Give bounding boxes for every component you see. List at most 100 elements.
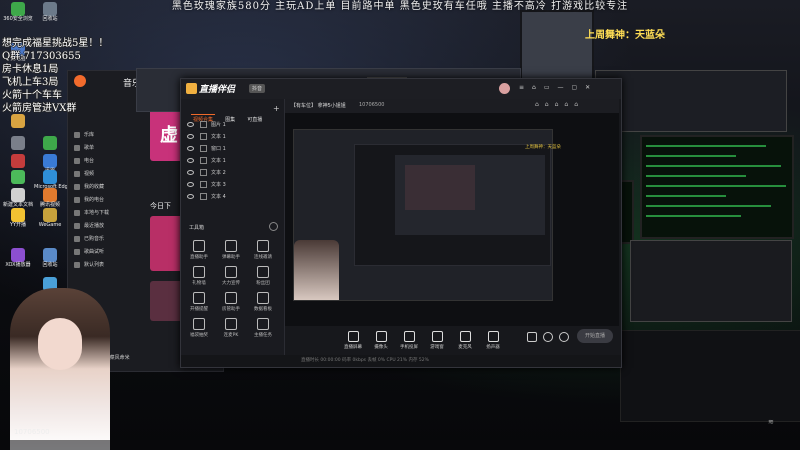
- music-nav-label: 最近播放: [84, 223, 105, 229]
- nav-icon: [74, 235, 80, 242]
- nav-icon: [74, 144, 80, 151]
- desktop-icon[interactable]: [34, 136, 66, 150]
- tool-item[interactable]: 大力宣传: [217, 266, 245, 286]
- tool-item[interactable]: 礼物墙: [185, 266, 213, 286]
- window-controls[interactable]: ≡⌂▭—▢✕: [519, 84, 598, 91]
- music-nav-item[interactable]: 本地与下载: [74, 209, 109, 216]
- overlay-line: Q群:717303655: [2, 51, 81, 62]
- tool-item[interactable]: 开播提醒: [185, 292, 213, 312]
- music-nav-item[interactable]: 视频: [74, 170, 94, 177]
- layer-label: 文本 1: [211, 158, 226, 164]
- desktop-icon[interactable]: 腾讯视频: [34, 188, 66, 209]
- visibility-icon[interactable]: [187, 182, 194, 187]
- desktop-icon[interactable]: [2, 114, 34, 128]
- desktop-icon[interactable]: [2, 136, 34, 150]
- music-nav-label: 我的收藏: [84, 184, 105, 190]
- music-nav-item[interactable]: 我的电台: [74, 196, 104, 203]
- music-nav-item[interactable]: 最近播放: [74, 222, 104, 229]
- layer-item[interactable]: 文本 4: [187, 193, 226, 202]
- user-avatar[interactable]: [499, 83, 510, 94]
- control-icon: [459, 331, 471, 342]
- tool-item[interactable]: 数据看板: [249, 292, 277, 312]
- music-nav-item[interactable]: 默认列表: [74, 261, 104, 268]
- app-titlebar: 直播伴侣 抖音 ≡⌂▭—▢✕: [181, 79, 621, 99]
- visibility-icon[interactable]: [187, 122, 194, 127]
- layer-item[interactable]: 图片 1: [187, 121, 226, 130]
- control-item[interactable]: 直播屏幕: [341, 331, 365, 350]
- control-label: 直播屏幕: [344, 345, 362, 350]
- nav-icon: [74, 196, 80, 203]
- add-source-icon[interactable]: +: [273, 104, 280, 113]
- control-item[interactable]: 扬声器: [481, 331, 505, 350]
- tool-item[interactable]: 连线邀请: [249, 240, 277, 260]
- visibility-icon[interactable]: [187, 170, 194, 175]
- tool-label: 福袋抽奖: [190, 333, 208, 338]
- visibility-icon[interactable]: [187, 158, 194, 163]
- toolbox-more-icon[interactable]: [269, 222, 278, 231]
- nested-inner-2: [405, 165, 475, 210]
- tool-item[interactable]: 福袋抽奖: [185, 318, 213, 338]
- music-nav-item[interactable]: 乐库: [74, 131, 94, 138]
- effects-icon[interactable]: [543, 332, 553, 342]
- music-nav-item[interactable]: 我的收藏: [74, 183, 104, 190]
- tool-icon: [193, 266, 205, 278]
- tool-item[interactable]: 粉丝团: [249, 266, 277, 286]
- tool-item[interactable]: 直播助手: [185, 240, 213, 260]
- tool-item[interactable]: 连麦PK: [217, 318, 245, 338]
- tool-icon: [193, 240, 205, 252]
- tool-item[interactable]: 房管助手: [217, 292, 245, 312]
- control-item[interactable]: 手机投屏: [397, 331, 421, 350]
- stream-preview[interactable]: 【有车位】 拿神5小姐姐 10706500 ⌂⌂⌂⌂⌂ 上周舞神：天蓝朵: [285, 99, 619, 326]
- start-live-button[interactable]: 开始直播: [577, 329, 613, 343]
- desktop-icon[interactable]: 回收站: [34, 2, 66, 23]
- visibility-icon[interactable]: [187, 194, 194, 199]
- music-nav-item[interactable]: 歌曲试听: [74, 248, 104, 255]
- control-item[interactable]: 游戏窗: [425, 331, 449, 350]
- music-nav-item[interactable]: 已购音乐: [74, 235, 104, 242]
- visibility-icon[interactable]: [187, 134, 194, 139]
- room-title: 【有车位】 拿神5小姐姐: [291, 103, 346, 109]
- desktop-icon[interactable]: 360安全浏览: [2, 2, 34, 23]
- music-nav-item[interactable]: 电台: [74, 157, 94, 164]
- overlay-line: 房卡休息1局: [2, 64, 59, 75]
- control-item[interactable]: 麦克风: [453, 331, 477, 350]
- desktop-icon[interactable]: WeGame: [34, 208, 66, 229]
- preview-tools[interactable]: ⌂⌂⌂⌂⌂: [535, 101, 584, 108]
- nav-icon: [74, 209, 80, 216]
- music-nav-item[interactable]: 歌单: [74, 144, 94, 151]
- platform-badge[interactable]: 抖音: [249, 84, 266, 93]
- record-icon[interactable]: [527, 332, 537, 342]
- overlay-line: 飞机上车3局: [2, 77, 59, 88]
- desktop-icon[interactable]: [2, 170, 34, 184]
- music-nav-label: 电台: [84, 158, 95, 164]
- desktop-icon-label: XOX播放器: [5, 262, 31, 268]
- tool-item[interactable]: 主播任务: [249, 318, 277, 338]
- layer-item[interactable]: 窗口 1: [187, 145, 226, 154]
- live-companion-window[interactable]: 直播伴侣 抖音 ≡⌂▭—▢✕ 视频合集 图集 可直播 + 图片 1 文本 1 窗口 …: [180, 78, 622, 368]
- layer-item[interactable]: 文本 1: [187, 133, 226, 142]
- desktop-icon[interactable]: [2, 154, 34, 168]
- desktop-icon[interactable]: 新建文本文档: [2, 188, 34, 209]
- layer-item[interactable]: 文本 1: [187, 157, 226, 166]
- layer-item[interactable]: 文本 3: [187, 181, 226, 190]
- desktop-icon-label: YY开播: [9, 222, 27, 228]
- nav-icon: [74, 183, 80, 190]
- tab-live[interactable]: 可直播: [247, 117, 262, 123]
- watermark-icon: ≋: [768, 418, 774, 426]
- visibility-icon[interactable]: [187, 146, 194, 151]
- desktop-icon[interactable]: XOX播放器: [2, 248, 34, 269]
- layer-item[interactable]: 文本 2: [187, 169, 226, 178]
- overlay-line: 想完成福星挑战5星！！: [2, 38, 109, 49]
- control-label: 麦克风: [458, 345, 472, 350]
- tool-item[interactable]: 弹幕助手: [217, 240, 245, 260]
- tab-images[interactable]: 图集: [225, 117, 235, 123]
- control-item[interactable]: 摄像头: [369, 331, 393, 350]
- desktop-icon[interactable]: 回收站: [34, 248, 66, 269]
- settings-icon[interactable]: [559, 332, 569, 342]
- app-icon: [11, 248, 25, 262]
- control-label: 扬声器: [486, 345, 500, 350]
- layer-type-icon: [200, 169, 207, 176]
- desktop-icon[interactable]: YY开播: [2, 208, 34, 229]
- nav-icon: [74, 261, 80, 268]
- tool-label: 粉丝团: [256, 281, 270, 286]
